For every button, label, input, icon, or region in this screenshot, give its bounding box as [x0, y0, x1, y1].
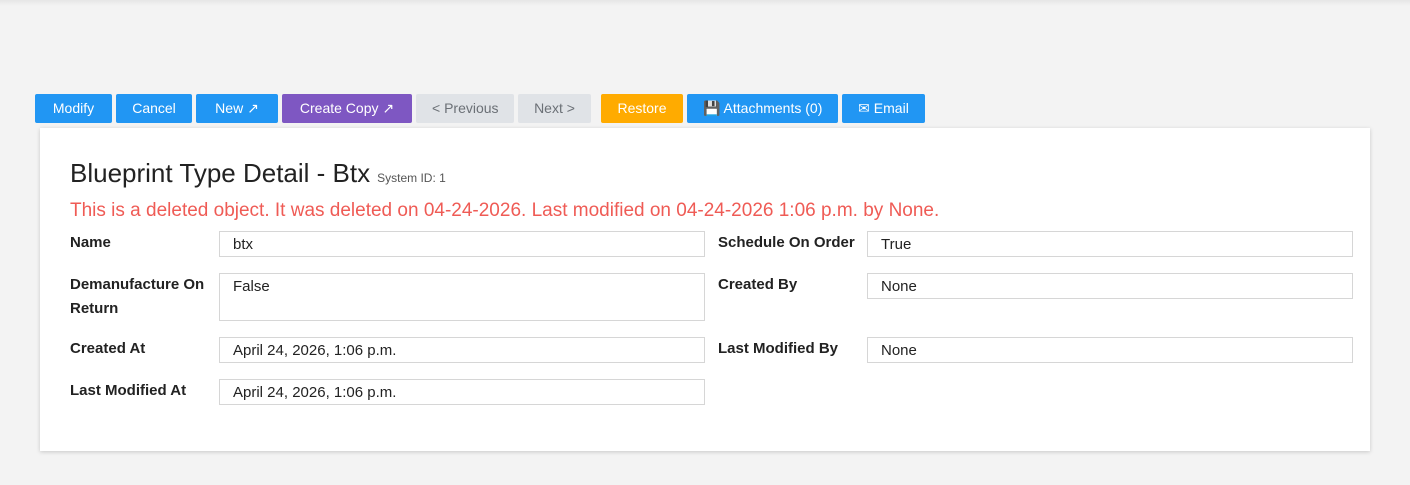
created-by-label: Created By	[718, 276, 798, 293]
cancel-button[interactable]: Cancel	[116, 94, 192, 123]
action-toolbar: Modify Cancel New ↗ Create Copy ↗ < Prev…	[35, 94, 925, 123]
last-modified-by-label: Last Modified By	[718, 340, 839, 357]
demanufacture-on-return-label: Demanufacture On Return	[70, 276, 205, 317]
top-shadow	[0, 0, 1410, 6]
created-by-value: None	[867, 273, 1353, 299]
last-modified-by-value: None	[867, 337, 1353, 363]
name-value: btx	[219, 231, 705, 257]
created-at-label: Created At	[70, 340, 146, 357]
restore-button[interactable]: Restore	[601, 94, 683, 123]
last-modified-at-label: Last Modified At	[70, 382, 187, 399]
page-title: Blueprint Type Detail - Btx	[70, 158, 371, 188]
name-label: Name	[70, 234, 111, 251]
title-row: Blueprint Type Detail - Btx System ID: 1	[70, 158, 446, 189]
schedule-on-order-value: True	[867, 231, 1353, 257]
demanufacture-on-return-value: False	[219, 273, 705, 321]
attachments-button[interactable]: 💾 Attachments (0)	[687, 94, 838, 123]
created-at-value: April 24, 2026, 1:06 p.m.	[219, 337, 705, 363]
email-button[interactable]: ✉ Email	[842, 94, 925, 123]
modify-button[interactable]: Modify	[35, 94, 112, 123]
last-modified-at-value: April 24, 2026, 1:06 p.m.	[219, 379, 705, 405]
next-button[interactable]: Next >	[518, 94, 591, 123]
create-copy-button[interactable]: Create Copy ↗	[282, 94, 412, 123]
new-button[interactable]: New ↗	[196, 94, 278, 123]
schedule-on-order-label: Schedule On Order	[718, 234, 855, 251]
detail-card: Blueprint Type Detail - Btx System ID: 1…	[40, 128, 1370, 451]
previous-button[interactable]: < Previous	[416, 94, 514, 123]
deleted-warning: This is a deleted object. It was deleted…	[70, 200, 940, 221]
system-id: System ID: 1	[377, 171, 446, 185]
